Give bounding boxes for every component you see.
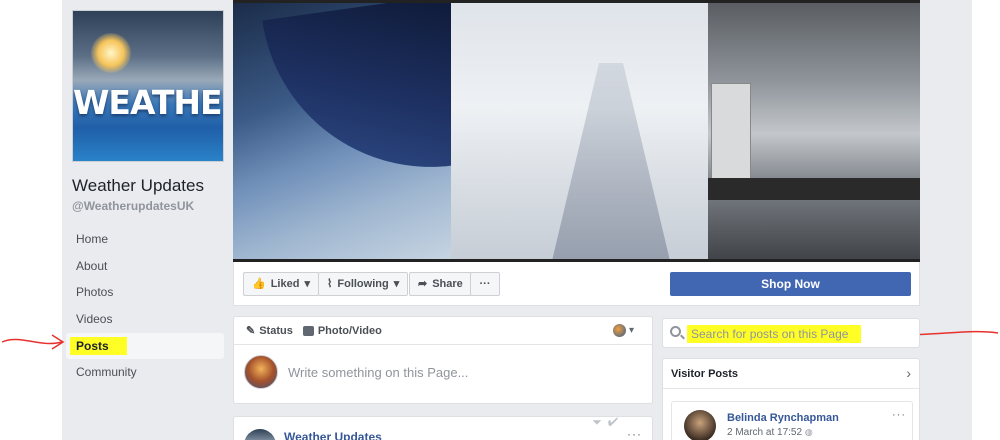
avatar[interactable]: [244, 429, 276, 440]
post-more-button[interactable]: ···: [627, 427, 642, 440]
sidebar-item-label: Photos: [76, 285, 114, 300]
photo-video-label: Photo/Video: [317, 324, 382, 337]
visitor-post-date-text: 2 March at 17:52: [727, 427, 803, 438]
pencil-icon: ✎: [246, 325, 256, 337]
post-author[interactable]: Weather Updates: [284, 430, 382, 440]
tab-status[interactable]: ✎ Status: [246, 324, 293, 338]
liked-label: Liked: [270, 278, 300, 290]
share-arrow-icon: ➦: [418, 278, 428, 290]
sidebar-item-label: Posts: [70, 336, 127, 355]
share-label: Share: [432, 278, 463, 290]
visitor-post-author[interactable]: Belinda Rynchapman: [727, 412, 839, 424]
chevron-down-icon: ▾: [393, 278, 400, 290]
sidebar-item-label: Home: [76, 232, 109, 246]
globe-icon: ◍: [804, 427, 813, 437]
page-search-box: [662, 318, 920, 348]
search-input[interactable]: [691, 324, 891, 344]
sidebar-item-posts[interactable]: Posts: [66, 332, 224, 360]
list-item: Belinda Rynchapman 2 March at 17:52 ◍ ··…: [671, 401, 913, 440]
more-label: ···: [479, 278, 491, 290]
sidebar-item-label: Videos: [76, 312, 113, 327]
profile-picture[interactable]: WEATHER: [72, 10, 224, 162]
page-handle[interactable]: @WeatherupdatesUK: [72, 199, 194, 213]
sidebar-nav: Home About Photos Videos Posts Community: [66, 226, 224, 386]
sun-graphic: [91, 33, 131, 73]
audience-selector[interactable]: ▾: [612, 324, 634, 337]
share-button[interactable]: ➦ Share: [409, 272, 472, 296]
following-button[interactable]: ⌇ Following ▾: [318, 272, 409, 296]
globe-icon: [612, 324, 626, 337]
lighthouse-graphic: [711, 83, 751, 183]
sidebar-item-label: Community: [76, 365, 137, 380]
chevron-down-icon: ▾: [628, 325, 634, 336]
shop-now-button[interactable]: Shop Now: [670, 272, 911, 296]
sidebar-item-community[interactable]: Community: [66, 359, 224, 386]
tab-photo-video[interactable]: Photo/Video: [302, 324, 382, 337]
annotation-arrow-left: [1, 334, 65, 350]
composer-tabs: ✎ Status Photo/Video: [234, 317, 652, 345]
visitor-post-date[interactable]: 2 March at 17:52 ◍: [727, 427, 813, 438]
page-action-bar: 👍 Liked ▾ ⌇ Following ▾ ➦ Share ··· Shop…: [233, 262, 920, 306]
sidebar-item-label: About: [76, 258, 108, 273]
avatar[interactable]: [244, 355, 278, 389]
post-tools-icons: ⏷✔: [592, 415, 624, 429]
more-options-button[interactable]: ···: [470, 272, 500, 296]
status-label: Status: [259, 324, 293, 337]
chevron-down-icon: ▾: [304, 278, 310, 290]
visitor-posts-title[interactable]: Visitor Posts: [663, 359, 919, 389]
visitor-posts-card: Visitor Posts › Belinda Rynchapman 2 Mar…: [662, 358, 920, 440]
following-label: Following: [337, 278, 389, 290]
sidebar-item-about[interactable]: About: [66, 253, 224, 280]
liked-button[interactable]: 👍 Liked ▾: [243, 272, 319, 296]
camera-icon: [302, 325, 314, 336]
page-name[interactable]: Weather Updates: [72, 176, 204, 196]
pier-graphic: [708, 178, 920, 200]
avatar[interactable]: [684, 410, 716, 440]
search-icon: [670, 326, 681, 337]
post-composer: ✎ Status Photo/Video ▾ Write something o…: [233, 316, 653, 404]
chevron-right-icon[interactable]: ›: [906, 365, 911, 381]
composer-input[interactable]: Write something on this Page...: [288, 365, 468, 380]
thumbs-up-icon: 👍: [252, 278, 266, 290]
profile-logo-text: WEATHER: [73, 83, 223, 122]
rss-icon: ⌇: [327, 278, 333, 290]
sidebar-item-home[interactable]: Home: [66, 226, 224, 253]
sidebar-item-videos[interactable]: Videos: [66, 306, 224, 333]
feed-post: ⏷✔ Weather Updates ···: [233, 415, 653, 440]
visitor-post-more-button[interactable]: ···: [892, 409, 906, 421]
sidebar-item-photos[interactable]: Photos: [66, 279, 224, 306]
cover-photo[interactable]: [233, 0, 920, 262]
